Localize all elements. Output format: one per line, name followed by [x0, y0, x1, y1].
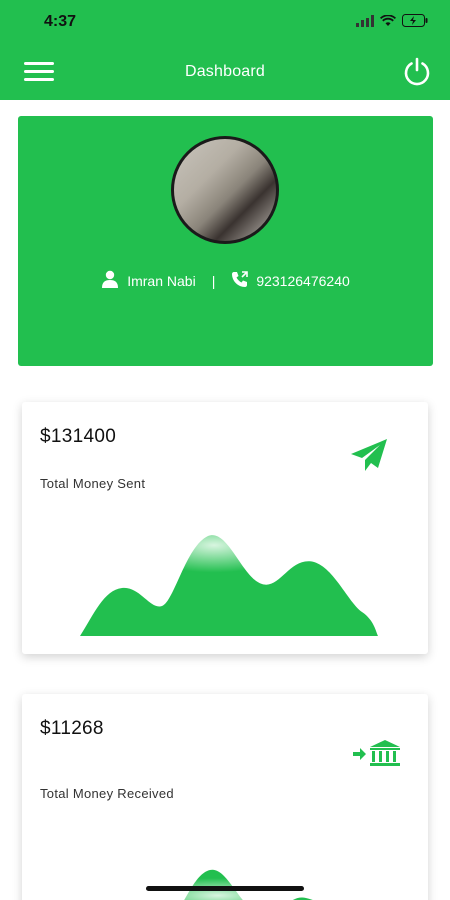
avatar[interactable] [171, 136, 279, 244]
money-sent-graph [80, 535, 378, 636]
user-name: Imran Nabi [127, 272, 196, 289]
logout-button[interactable] [402, 56, 432, 86]
divider: | [211, 272, 216, 289]
money-received-card[interactable]: $11268 Total Money Received [22, 694, 428, 900]
user-icon [101, 270, 119, 291]
money-received-amount: $11268 [40, 718, 104, 739]
profile-card: Imran Nabi | 923126476240 [18, 116, 433, 366]
money-sent-label: Total Money Sent [40, 476, 146, 491]
paper-plane-icon [350, 438, 388, 477]
app-header: 4:37 Dashboard [0, 0, 450, 100]
phone-icon [231, 270, 249, 291]
signal-icon [356, 14, 374, 27]
status-icons [356, 14, 428, 27]
bank-transfer-icon [352, 738, 402, 773]
status-time: 4:37 [44, 13, 77, 30]
money-sent-card[interactable]: $131400 Total Money Sent [22, 402, 428, 654]
phone-number: 923126476240 [256, 272, 350, 289]
battery-icon [402, 14, 428, 27]
home-indicator [146, 886, 304, 891]
dashboard-screen: 4:37 Dashboard Imran Nabi | 923126476240… [0, 0, 450, 900]
wifi-icon [380, 14, 396, 27]
profile-info: Imran Nabi | 923126476240 [18, 270, 433, 291]
money-sent-amount: $131400 [40, 426, 117, 447]
money-received-label: Total Money Received [40, 786, 174, 801]
page-title: Dashboard [184, 63, 266, 80]
power-icon [404, 57, 430, 86]
